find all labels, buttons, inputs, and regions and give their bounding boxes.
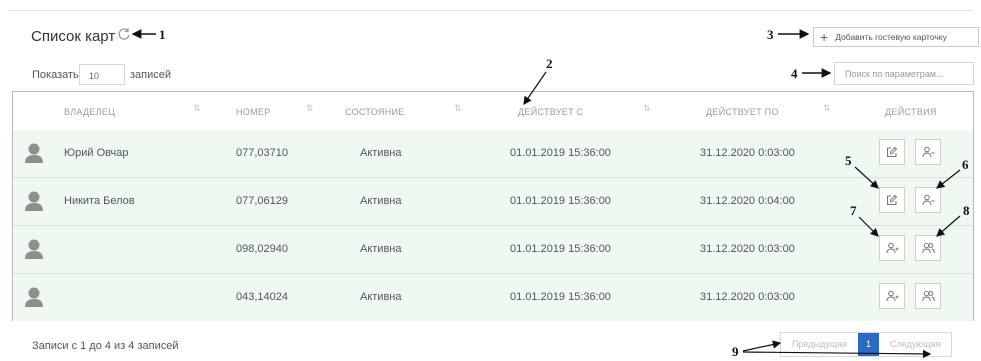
arrow-9b bbox=[742, 349, 932, 359]
arrow-6 bbox=[936, 169, 961, 189]
arrow-7 bbox=[858, 216, 879, 237]
annotation-arrows bbox=[131, 29, 961, 359]
arrow-8 bbox=[936, 215, 961, 237]
arrow-9a bbox=[742, 340, 782, 352]
arrow-5 bbox=[854, 166, 879, 189]
arrow-2 bbox=[523, 71, 547, 105]
